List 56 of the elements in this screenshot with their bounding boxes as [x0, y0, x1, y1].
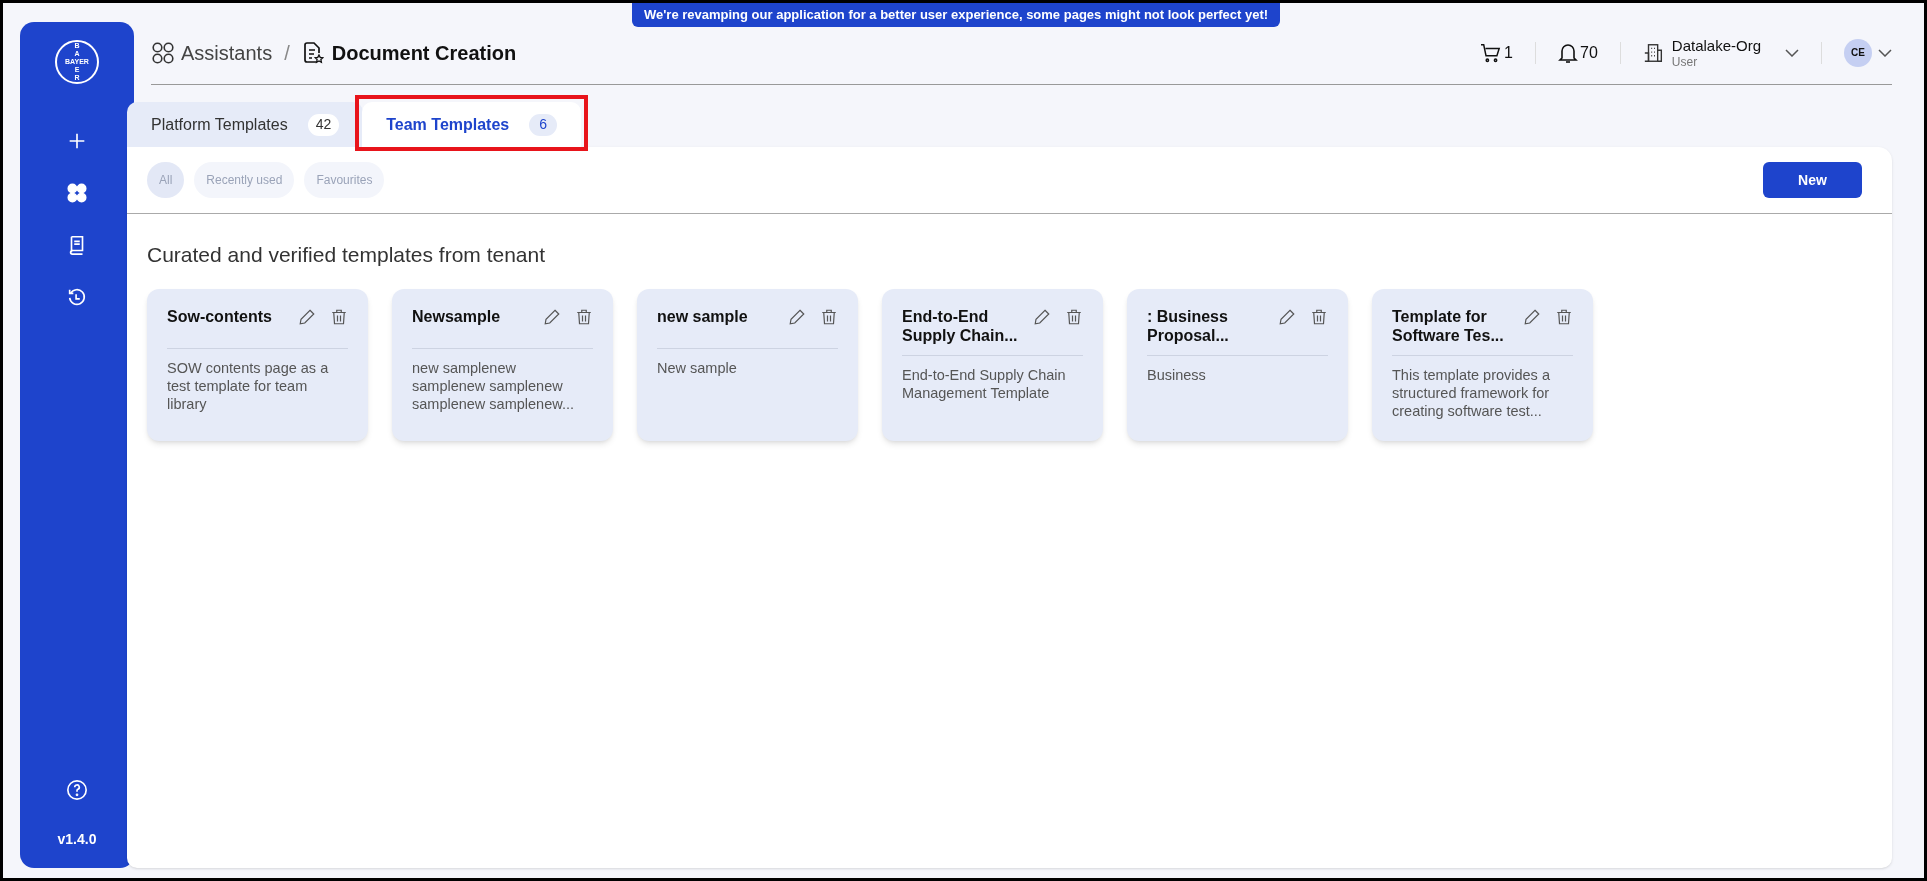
document-star-icon — [301, 40, 324, 65]
version-label: v1.4.0 — [57, 830, 97, 849]
card-title: Template for Software Tes... — [1392, 306, 1505, 345]
card-description: New sample — [657, 358, 738, 377]
card-description: This template provides a structured framework for creating software test... — [1392, 365, 1551, 420]
help-icon[interactable] — [66, 779, 88, 801]
edit-icon[interactable] — [1278, 307, 1296, 326]
card-title: Sow-contents — [167, 306, 273, 326]
delete-icon[interactable] — [1555, 307, 1573, 326]
avatar: CE — [1844, 38, 1872, 67]
delete-icon[interactable] — [330, 307, 348, 326]
user-menu[interactable]: CE — [1844, 38, 1892, 67]
card-title: : Business Proposal... — [1147, 306, 1230, 345]
tab[interactable]: Platform Templates 42 — [127, 102, 364, 147]
breadcrumb-link[interactable]: Assistants — [181, 37, 273, 68]
card-description: new samplenew samplenew samplenew samplenew samplenew... — [412, 358, 575, 413]
grid-icon — [151, 40, 175, 65]
notifications-button[interactable]: 70 — [1558, 40, 1598, 65]
card-description: SOW contents page as a test template for team library — [167, 358, 330, 413]
delete-icon[interactable] — [1310, 307, 1328, 326]
count-badge: 6 — [529, 113, 558, 136]
section-title: Curated and verified templates from tenant — [147, 242, 547, 268]
template-card[interactable]: End-to-End Supply Chain... End-to-End Supply Chain Management Template — [882, 288, 1103, 441]
card-title: new sample — [657, 306, 749, 326]
template-card[interactable]: Template for Software Tes... This template provides a structured framework for creating software test... — [1372, 288, 1593, 441]
announcement-banner: We're revamping our application for a better user experience, some pages might not look perfect yet! — [632, 3, 1281, 27]
cart-button[interactable]: 1 — [1480, 40, 1513, 65]
card-title: End-to-End Supply Chain... — [902, 306, 1019, 345]
organization-selector[interactable]: Datalake-Org User — [1642, 36, 1799, 69]
grid-icon[interactable] — [66, 182, 88, 204]
history-icon[interactable] — [66, 286, 88, 308]
template-card[interactable]: : Business Proposal... Business — [1127, 288, 1348, 441]
template-card[interactable]: Newsample new samplenew samplenew samplenew samplenew samplenew... — [392, 288, 613, 441]
new-button[interactable]: New — [1763, 162, 1862, 198]
card-description: End-to-End Supply Chain Management Template — [902, 365, 1067, 402]
cart-icon — [1480, 42, 1503, 63]
template-card[interactable]: new sample New sample — [637, 288, 858, 441]
chevron-down-icon — [1878, 48, 1892, 57]
card-title: Newsample — [412, 306, 502, 326]
count-badge: 42 — [307, 113, 340, 136]
bell-icon — [1558, 41, 1578, 64]
chevron-down-icon — [1785, 48, 1799, 57]
delete-icon[interactable] — [820, 307, 838, 326]
page-title: Document Creation — [331, 40, 517, 66]
edit-icon[interactable] — [1523, 307, 1541, 326]
card-description: Business — [1147, 365, 1207, 384]
edit-icon[interactable] — [543, 307, 561, 326]
template-card[interactable]: Sow-contents SOW contents page as a test template for team library — [147, 288, 368, 441]
delete-icon[interactable] — [1065, 307, 1083, 326]
building-icon — [1642, 41, 1665, 64]
edit-icon[interactable] — [298, 307, 316, 326]
breadcrumb-separator: / — [284, 40, 290, 66]
edit-icon[interactable] — [1033, 307, 1051, 326]
tab[interactable]: Team Templates 6 — [362, 102, 582, 147]
delete-icon[interactable] — [575, 307, 593, 326]
edit-icon[interactable] — [788, 307, 806, 326]
